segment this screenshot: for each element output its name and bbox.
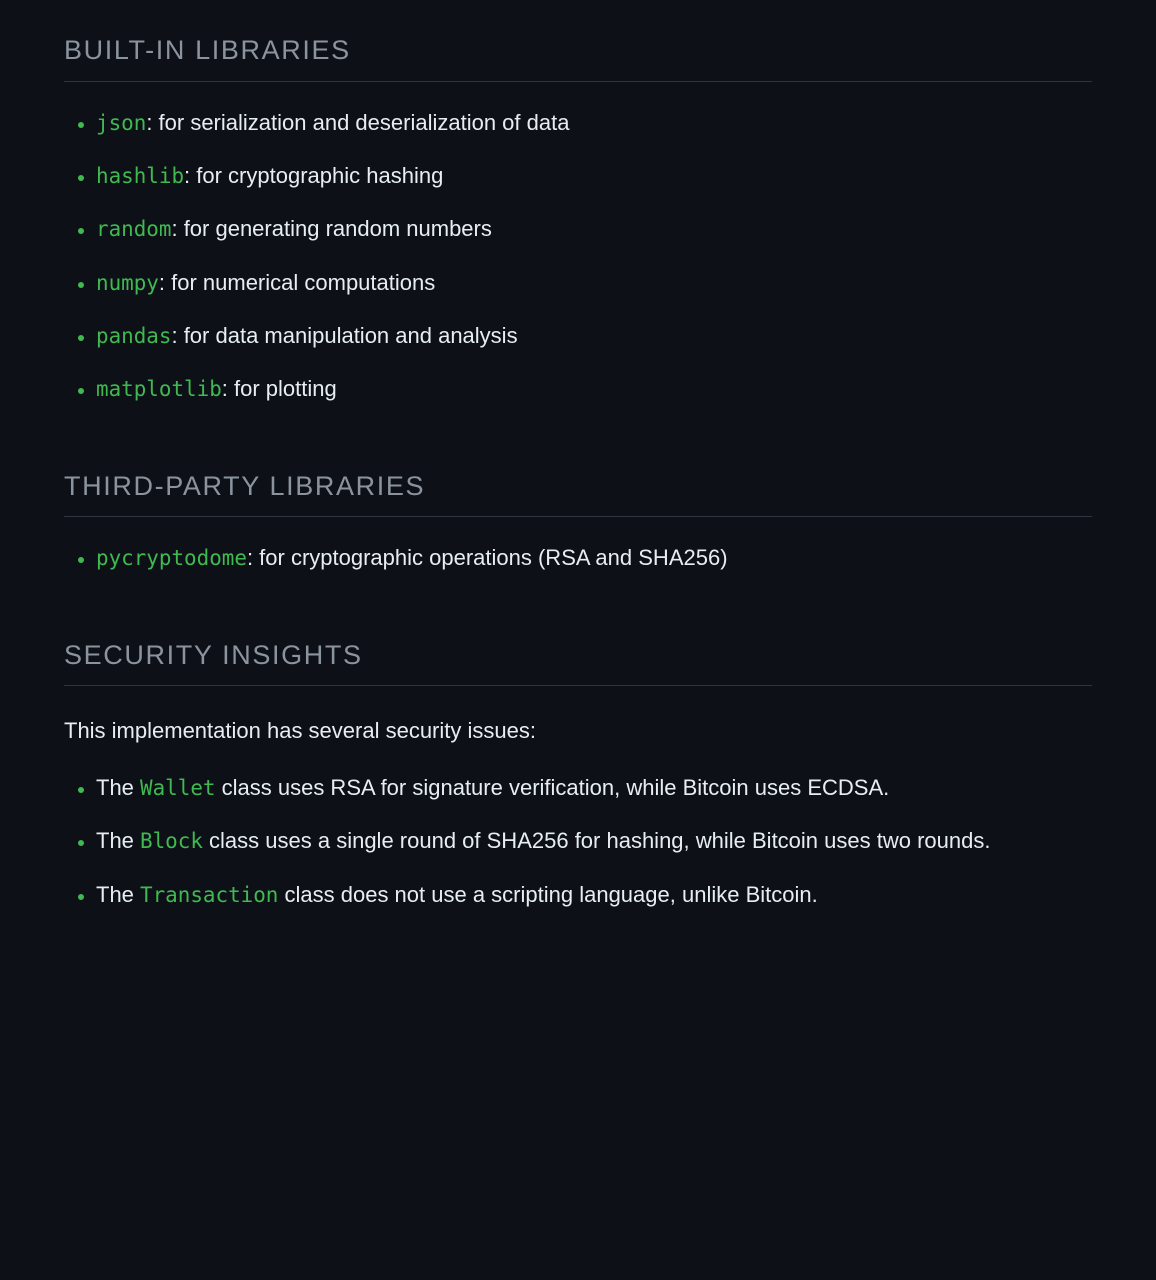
list-item: pycryptodome: for cryptographic operatio… xyxy=(96,541,1092,574)
code-token: Transaction xyxy=(140,883,278,907)
code-token: hashlib xyxy=(96,164,184,188)
code-token: json xyxy=(96,111,146,135)
heading-thirdparty-libraries: THIRD-PARTY LIBRARIES xyxy=(64,466,1092,518)
code-token: pycryptodome xyxy=(96,546,247,570)
list-item-pre: The xyxy=(96,882,140,907)
list-item: random: for generating random numbers xyxy=(96,212,1092,245)
list-item: numpy: for numerical computations xyxy=(96,266,1092,299)
code-token: matplotlib xyxy=(96,377,222,401)
list-item-desc: class uses a single round of SHA256 for … xyxy=(203,828,991,853)
code-token: Wallet xyxy=(140,776,215,800)
code-token: random xyxy=(96,217,171,241)
section-thirdparty-libraries: THIRD-PARTY LIBRARIES pycryptodome: for … xyxy=(64,466,1092,575)
list-item: The Wallet class uses RSA for signature … xyxy=(96,771,1092,804)
list-item-desc: : for cryptographic operations (RSA and … xyxy=(247,545,728,570)
list-thirdparty-libraries: pycryptodome: for cryptographic operatio… xyxy=(64,541,1092,574)
list-item: The Block class uses a single round of S… xyxy=(96,824,1092,857)
list-item: pandas: for data manipulation and analys… xyxy=(96,319,1092,352)
document-page: BUILT-IN LIBRARIES json: for serializati… xyxy=(0,0,1156,1280)
list-item-desc: : for numerical computations xyxy=(159,270,435,295)
list-item: hashlib: for cryptographic hashing xyxy=(96,159,1092,192)
heading-security-insights: SECURITY INSIGHTS xyxy=(64,635,1092,687)
code-token: numpy xyxy=(96,271,159,295)
list-item-desc: : for cryptographic hashing xyxy=(184,163,443,188)
section-security-insights: SECURITY INSIGHTS This implementation ha… xyxy=(64,635,1092,912)
list-item-pre: The xyxy=(96,828,140,853)
list-builtin-libraries: json: for serialization and deserializat… xyxy=(64,106,1092,406)
list-security-insights: The Wallet class uses RSA for signature … xyxy=(64,771,1092,911)
list-item-desc: class uses RSA for signature verificatio… xyxy=(216,775,890,800)
list-item-desc: : for data manipulation and analysis xyxy=(171,323,517,348)
list-item: json: for serialization and deserializat… xyxy=(96,106,1092,139)
list-item-pre: The xyxy=(96,775,140,800)
section-builtin-libraries: BUILT-IN LIBRARIES json: for serializati… xyxy=(64,30,1092,406)
list-item-desc: : for plotting xyxy=(222,376,337,401)
security-intro-text: This implementation has several security… xyxy=(64,714,1092,747)
list-item-desc: : for generating random numbers xyxy=(171,216,491,241)
code-token: Block xyxy=(140,829,203,853)
list-item-desc: class does not use a scripting language,… xyxy=(278,882,817,907)
list-item: matplotlib: for plotting xyxy=(96,372,1092,405)
list-item: The Transaction class does not use a scr… xyxy=(96,878,1092,911)
code-token: pandas xyxy=(96,324,171,348)
list-item-desc: : for serialization and deserialization … xyxy=(146,110,569,135)
heading-builtin-libraries: BUILT-IN LIBRARIES xyxy=(64,30,1092,82)
